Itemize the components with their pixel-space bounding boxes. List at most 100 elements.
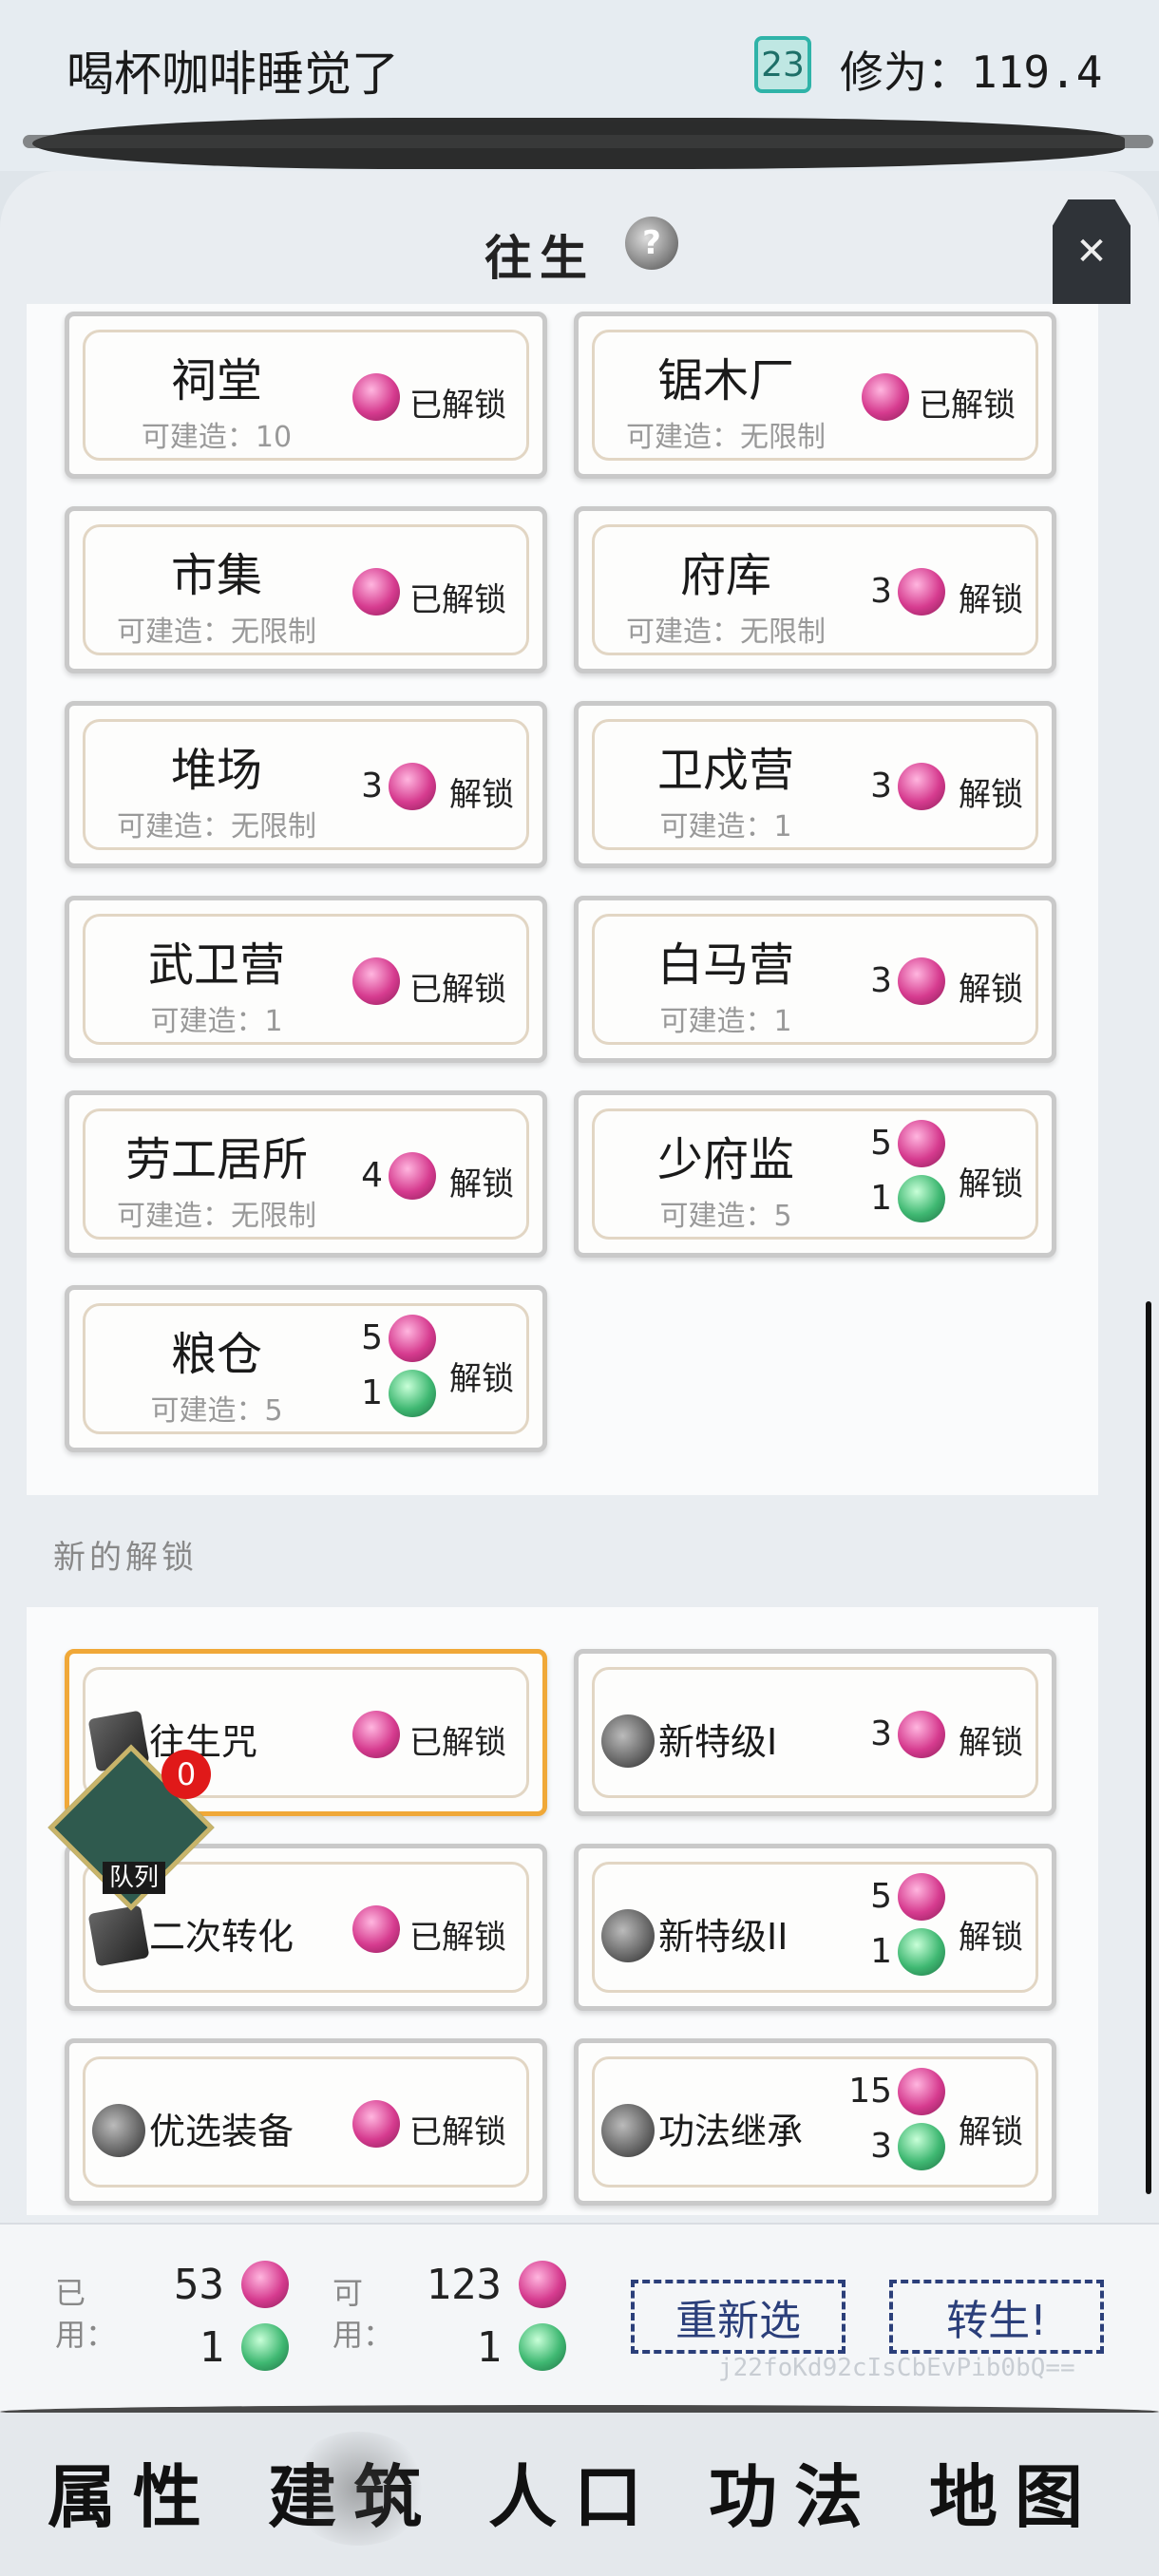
pink-orb-icon bbox=[898, 1873, 945, 1921]
cost-amount: 3 bbox=[870, 572, 892, 611]
building-name: 白马营 bbox=[656, 938, 794, 992]
pink-orb-icon bbox=[898, 1711, 945, 1758]
building-buildable: 可建造：10 bbox=[141, 421, 293, 454]
unlock-button[interactable]: 解锁 bbox=[449, 768, 514, 815]
pink-orb-icon bbox=[389, 1152, 436, 1200]
pink-orb-icon bbox=[389, 763, 436, 810]
cost-amount: 5 bbox=[870, 1124, 892, 1163]
unlock-name: 新特级I bbox=[658, 1721, 778, 1763]
unlocked-status: 已解锁 bbox=[409, 2113, 506, 2151]
pink-orb-icon bbox=[898, 763, 945, 810]
help-icon bbox=[601, 2104, 655, 2157]
book-icon bbox=[87, 1904, 150, 1967]
building-card[interactable]: 卫戍营 可建造：1 解锁 3 bbox=[574, 701, 1056, 868]
building-name: 少府监 bbox=[656, 1133, 794, 1186]
nav-techniques[interactable]: 功法 bbox=[709, 2441, 880, 2541]
unlock-card[interactable]: 新特级II 解锁 5 1 bbox=[574, 1844, 1056, 2011]
cost-amount: 1 bbox=[870, 1179, 892, 1218]
building-buildable: 可建造：无限制 bbox=[117, 1200, 316, 1233]
unlock-name: 新特级II bbox=[658, 1916, 788, 1958]
cost-amount: 15 bbox=[848, 2072, 892, 2111]
building-buildable: 可建造：无限制 bbox=[626, 616, 826, 649]
nav-buildings[interactable]: 建筑 bbox=[268, 2432, 439, 2546]
unlocked-status: 已解锁 bbox=[919, 387, 1016, 425]
building-card[interactable]: 白马营可建造：1 解锁 3 bbox=[574, 896, 1056, 1063]
building-name: 锯木厂 bbox=[656, 354, 794, 407]
building-buildable: 可建造：5 bbox=[150, 1394, 283, 1428]
building-name: 卫戍营 bbox=[656, 744, 794, 797]
building-name: 堆场 bbox=[170, 744, 262, 797]
unlock-button[interactable]: 解锁 bbox=[959, 1716, 1023, 1763]
cost-amount: 3 bbox=[870, 2127, 892, 2166]
pink-orb-icon bbox=[352, 568, 400, 616]
pink-orb-icon bbox=[352, 957, 400, 1005]
unlocked-status: 已解锁 bbox=[409, 581, 506, 619]
building-card[interactable]: 武卫营 可建造：1 已解锁 bbox=[65, 896, 547, 1063]
building-card[interactable]: 府库可建造：无限制 解锁 3 bbox=[574, 506, 1056, 673]
rebirth-button[interactable]: 转生! bbox=[889, 2280, 1104, 2354]
cost-amount: 3 bbox=[870, 961, 892, 1000]
green-orb-icon bbox=[898, 1175, 945, 1222]
unlocked-status: 已解锁 bbox=[409, 1919, 506, 1957]
pink-orb-icon bbox=[241, 2261, 289, 2308]
unlock-button[interactable]: 解锁 bbox=[959, 768, 1023, 815]
used-pink-count: 53 bbox=[174, 2261, 224, 2309]
pink-orb-icon bbox=[352, 373, 400, 421]
building-name: 祠堂 bbox=[170, 354, 262, 407]
cost-amount: 1 bbox=[870, 1932, 892, 1971]
unlock-button[interactable]: 解锁 bbox=[959, 2106, 1023, 2152]
building-card[interactable]: 锯木厂 可建造：无限制 已解锁 bbox=[574, 312, 1056, 479]
queue-label: 队列 bbox=[103, 1862, 165, 1894]
green-orb-icon bbox=[241, 2323, 289, 2371]
green-orb-icon bbox=[389, 1370, 436, 1417]
scrollbar[interactable] bbox=[1146, 1301, 1151, 2194]
help-icon[interactable]: ? bbox=[625, 217, 678, 270]
cost-amount: 3 bbox=[870, 1714, 892, 1753]
unlock-button[interactable]: 解锁 bbox=[449, 1353, 514, 1399]
cost-amount: 5 bbox=[361, 1318, 383, 1357]
unlock-card[interactable]: 功法继承 解锁 15 3 bbox=[574, 2038, 1056, 2206]
pink-orb-icon bbox=[898, 568, 945, 616]
nav-map[interactable]: 地图 bbox=[929, 2441, 1100, 2541]
queue-button[interactable]: 队列 0 bbox=[48, 1744, 215, 1911]
building-buildable: 可建造：1 bbox=[659, 1005, 792, 1038]
building-buildable: 可建造：无限制 bbox=[117, 810, 316, 843]
pink-orb-icon bbox=[352, 1711, 400, 1758]
unlock-button[interactable]: 解锁 bbox=[959, 963, 1023, 1010]
pink-orb-icon bbox=[352, 2100, 400, 2148]
unlock-button[interactable]: 解锁 bbox=[449, 1158, 514, 1204]
cultivation-value: 修为：119.4 bbox=[840, 47, 1103, 98]
building-name: 府库 bbox=[679, 549, 771, 602]
cost-amount: 5 bbox=[870, 1877, 892, 1916]
panel-title: 往生 bbox=[484, 230, 595, 286]
ink-brush-divider bbox=[23, 118, 1153, 169]
building-buildable: 可建造：无限制 bbox=[117, 616, 316, 649]
building-card[interactable]: 粮仓 可建造：5 解锁 5 1 bbox=[65, 1285, 547, 1452]
green-orb-icon bbox=[519, 2323, 566, 2371]
unlock-name: 二次转化 bbox=[149, 1916, 294, 1958]
building-card[interactable]: 堆场 可建造：无限制 解锁 3 bbox=[65, 701, 547, 868]
close-icon[interactable]: ✕ bbox=[1053, 199, 1130, 304]
player-name: 喝杯咖啡睡觉了 bbox=[66, 47, 399, 102]
unlock-button[interactable]: 解锁 bbox=[959, 574, 1023, 620]
watermark: j22foKd92cIsCbEvPib0bQ== bbox=[718, 2354, 1075, 2382]
unlock-button[interactable]: 解锁 bbox=[959, 1911, 1023, 1958]
building-card[interactable]: 市集 可建造：无限制 已解锁 bbox=[65, 506, 547, 673]
reselect-button[interactable]: 重新选 bbox=[631, 2280, 846, 2354]
unlocked-status: 已解锁 bbox=[409, 1724, 506, 1762]
building-card[interactable]: 少府监 可建造：5 解锁 5 1 bbox=[574, 1090, 1056, 1258]
cost-amount: 4 bbox=[361, 1156, 383, 1195]
building-card[interactable]: 祠堂 可建造：10 已解锁 bbox=[65, 312, 547, 479]
unlock-button[interactable]: 解锁 bbox=[959, 1158, 1023, 1204]
nav-attributes[interactable]: 属性 bbox=[48, 2441, 218, 2541]
avail-label: 可用： bbox=[332, 2275, 394, 2353]
unlock-card[interactable]: 优选装备 已解锁 bbox=[65, 2038, 547, 2206]
pink-orb-icon bbox=[898, 957, 945, 1005]
unlock-card[interactable]: 新特级I 解锁 3 bbox=[574, 1649, 1056, 1816]
unlock-name: 功法继承 bbox=[658, 2111, 804, 2152]
pink-orb-icon bbox=[898, 1120, 945, 1167]
new-unlocks-label: 新的解锁 bbox=[53, 1539, 198, 1577]
building-card[interactable]: 劳工居所 可建造：无限制 解锁 4 bbox=[65, 1090, 547, 1258]
nav-population[interactable]: 人口 bbox=[488, 2441, 659, 2541]
avail-green-count: 1 bbox=[476, 2323, 503, 2372]
